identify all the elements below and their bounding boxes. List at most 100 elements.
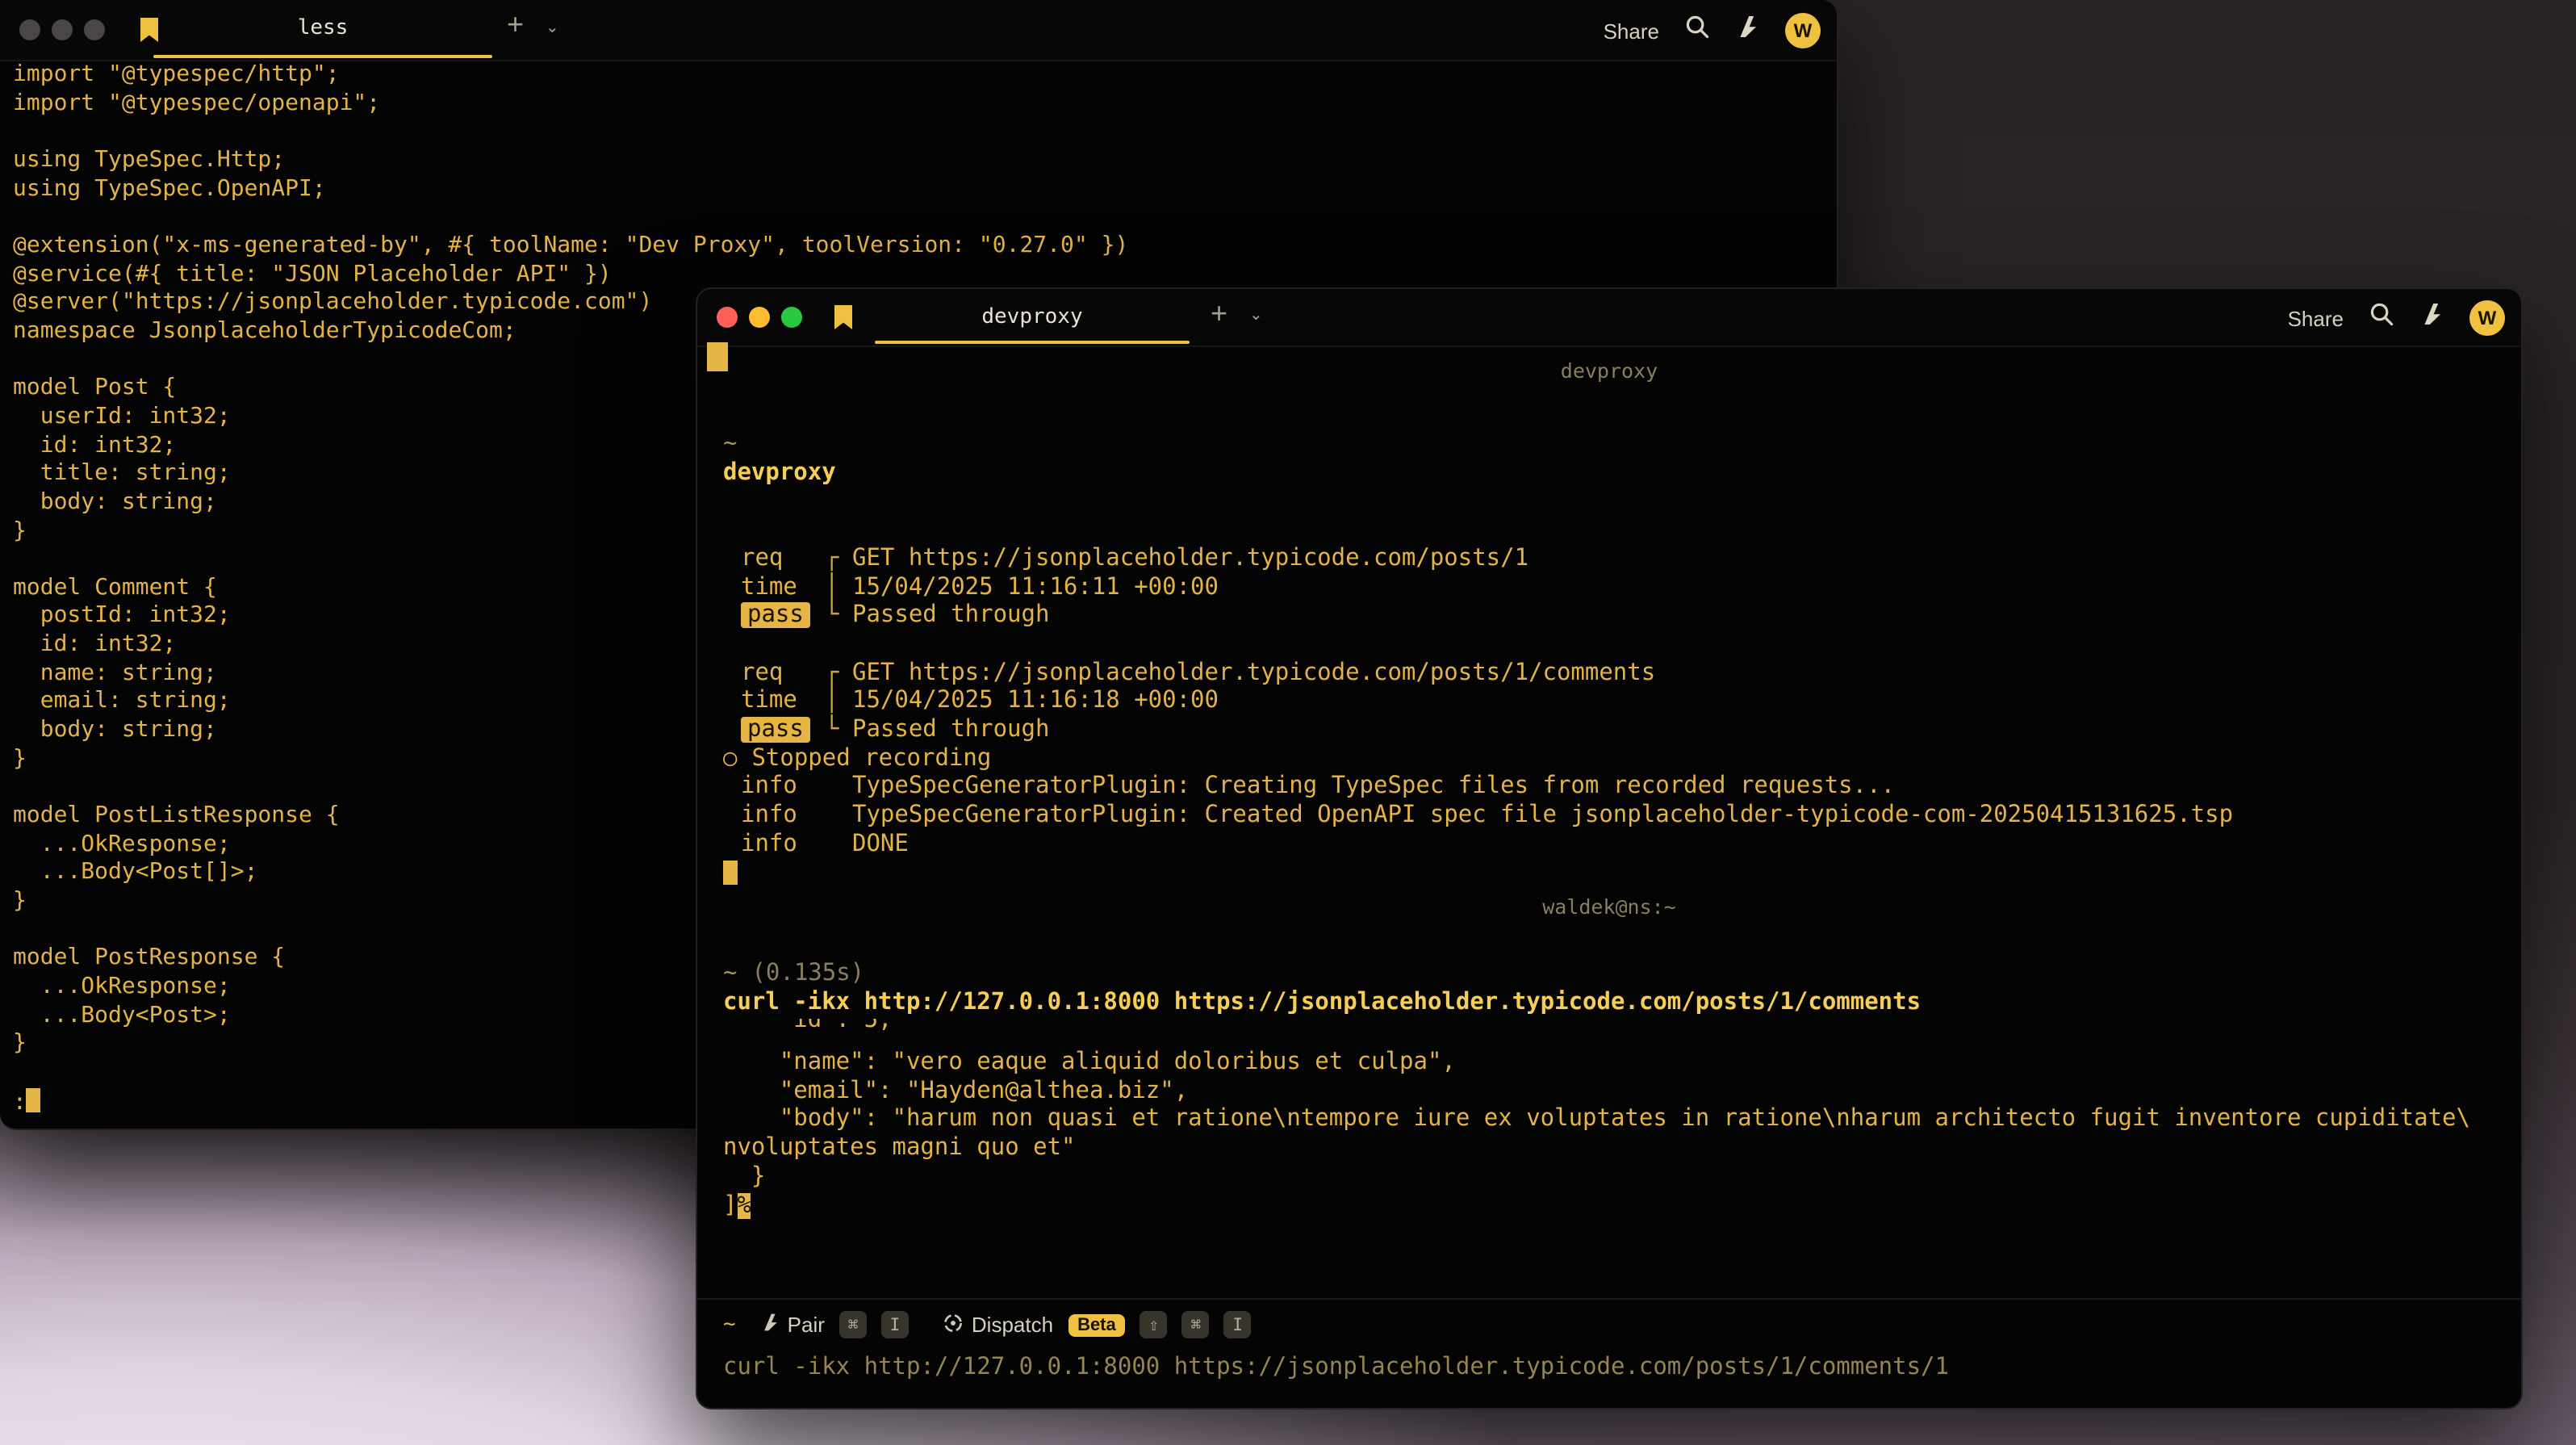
request-status: Passed through	[852, 602, 1049, 630]
request-url: GET https://jsonplaceholder.typicode.com…	[852, 546, 1528, 574]
host-title: waldek@ns:~	[697, 894, 2521, 919]
tab-devproxy[interactable]: devproxy	[875, 289, 1190, 346]
avatar[interactable]: W	[2469, 300, 2505, 336]
spacer	[825, 774, 852, 802]
output-line: ]%	[723, 1192, 2521, 1221]
tab-list-chevron-icon[interactable]: ⌄	[546, 19, 559, 37]
back-titlebar[interactable]: less + ⌄ Share W	[0, 0, 1837, 61]
pass-badge: pass	[741, 602, 825, 630]
info-message: TypeSpecGeneratorPlugin: Creating TypeSp…	[852, 774, 1895, 802]
new-tab-button[interactable]: +	[1211, 299, 1227, 328]
pass-row: pass└Passed through	[723, 717, 2521, 745]
output-line: nvoluptates magni quo et"	[723, 1135, 2521, 1163]
prompt-line: ~(0.135s)	[723, 961, 2521, 989]
key-cmd: ⌘	[1182, 1311, 1210, 1338]
time-row: time│15/04/2025 11:16:18 +00:00	[723, 689, 2521, 717]
second-block[interactable]: ~(0.135s) curl -ikx http://127.0.0.1:800…	[697, 961, 2521, 1018]
front-titlebar[interactable]: devproxy + ⌄ Share W	[697, 289, 2521, 347]
pass-row: pass└Passed through	[723, 602, 2521, 630]
cursor-line	[723, 860, 2521, 890]
req-label: req	[741, 546, 825, 574]
window-controls[interactable]	[717, 307, 802, 328]
tab-title: less	[298, 16, 349, 40]
less-prompt: :	[13, 1089, 27, 1115]
req-label: req	[741, 660, 825, 688]
pair-icon	[760, 1313, 780, 1337]
request-row: req┌GET https://jsonplaceholder.typicode…	[723, 546, 2521, 574]
command-line: devproxy	[723, 459, 2521, 488]
tab-title: devproxy	[981, 305, 1082, 329]
key-i: I	[1224, 1311, 1252, 1338]
info-row: info TypeSpecGeneratorPlugin: Creating T…	[723, 774, 2521, 802]
dispatch-label: Dispatch	[972, 1313, 1053, 1337]
new-tab-button[interactable]: +	[507, 10, 524, 39]
warp-logo-icon[interactable]	[2419, 302, 2444, 334]
info-message: DONE	[852, 831, 909, 860]
code-line: @extension("x-ms-generated-by", #{ toolN…	[13, 232, 1830, 261]
tab-less[interactable]: less	[153, 0, 492, 57]
bracket-bottom: └	[825, 717, 852, 745]
info-label: info	[741, 831, 825, 860]
pass-badge: pass	[741, 717, 825, 745]
search-icon[interactable]	[2369, 302, 2394, 334]
pending-command-input[interactable]: curl -ikx http://127.0.0.1:8000 https://…	[723, 1355, 1949, 1380]
record-stop-icon: ○	[723, 745, 737, 771]
time-label: time	[741, 574, 825, 602]
command-output[interactable]: "name": "vero eaque aliquid doloribus et…	[697, 1049, 2521, 1221]
avatar[interactable]: W	[1785, 13, 1821, 48]
bracket-top: ┌	[825, 660, 852, 688]
minimize-button[interactable]	[749, 307, 770, 328]
blank-line	[723, 488, 2521, 517]
window-controls[interactable]	[19, 19, 105, 40]
spacer	[825, 802, 852, 831]
key-cmd: ⌘	[839, 1311, 867, 1338]
spacer	[825, 831, 852, 860]
stopped-recording-line: ○ Stopped recording	[723, 745, 2521, 773]
request-time: 15/04/2025 11:16:11 +00:00	[852, 574, 1219, 602]
close-button[interactable]	[717, 307, 738, 328]
key-shift: ⇧	[1140, 1311, 1168, 1338]
bracket-mid: │	[825, 689, 852, 717]
bracket-mid: │	[825, 574, 852, 602]
footer-toolbar: ~ Pair ⌘ I Dispatch Beta ⇧ ⌘ I	[723, 1311, 1252, 1338]
bracket-top: ┌	[825, 546, 852, 574]
desktop: less + ⌄ Share W import "@typespec/http"…	[0, 0, 2576, 1445]
warp-logo-icon[interactable]	[1735, 15, 1759, 47]
request-time: 15/04/2025 11:16:18 +00:00	[852, 689, 1219, 717]
prompt-line: ~	[723, 431, 2521, 459]
input-footer[interactable]: ~ Pair ⌘ I Dispatch Beta ⇧ ⌘ I curl -ikx…	[697, 1298, 2521, 1408]
request-url: GET https://jsonplaceholder.typicode.com…	[852, 660, 1655, 688]
info-row: info DONE	[723, 831, 2521, 860]
request-row: req┌GET https://jsonplaceholder.typicode…	[723, 660, 2521, 688]
code-line	[13, 204, 1830, 232]
output-line-clipped: "id": 5,	[723, 1019, 893, 1038]
info-label: info	[741, 802, 825, 831]
front-terminal-window[interactable]: devproxy + ⌄ Share W devproxy ~ devproxy	[696, 287, 2523, 1409]
dispatch-button[interactable]: Dispatch	[943, 1312, 1053, 1338]
cwd: ~	[723, 431, 737, 457]
share-button[interactable]: Share	[2288, 306, 2344, 330]
output-line: }	[723, 1164, 2521, 1192]
share-button[interactable]: Share	[1604, 19, 1659, 43]
info-row: info TypeSpecGeneratorPlugin: Created Op…	[723, 802, 2521, 831]
output-line: "body": "harum non quasi et ratione\ntem…	[723, 1107, 2521, 1135]
bracket-bottom: └	[825, 602, 852, 630]
front-terminal-scrollback[interactable]: ~ devproxy req┌GET https://jsonplacehold…	[697, 431, 2521, 890]
pair-button[interactable]: Pair	[760, 1313, 825, 1337]
block-cursor: %	[737, 1192, 751, 1218]
code-line: using TypeSpec.OpenAPI;	[13, 175, 1830, 203]
text-cursor	[27, 1087, 41, 1112]
zoom-button[interactable]	[84, 19, 105, 40]
close-button[interactable]	[19, 19, 40, 40]
stopped-text: Stopped recording	[751, 745, 991, 771]
code-line: @service(#{ title: "JSON Placeholder API…	[13, 261, 1830, 289]
search-icon[interactable]	[1685, 15, 1709, 47]
minimize-button[interactable]	[52, 19, 73, 40]
zoom-button[interactable]	[781, 307, 802, 328]
output-line: "email": "Hayden@althea.biz",	[723, 1078, 2521, 1106]
time-row: time│15/04/2025 11:16:11 +00:00	[723, 574, 2521, 602]
duration: (0.135s)	[751, 961, 864, 986]
blank-line	[723, 517, 2521, 545]
tab-list-chevron-icon[interactable]: ⌄	[1249, 307, 1263, 325]
info-message: TypeSpecGeneratorPlugin: Created OpenAPI…	[852, 802, 2233, 831]
